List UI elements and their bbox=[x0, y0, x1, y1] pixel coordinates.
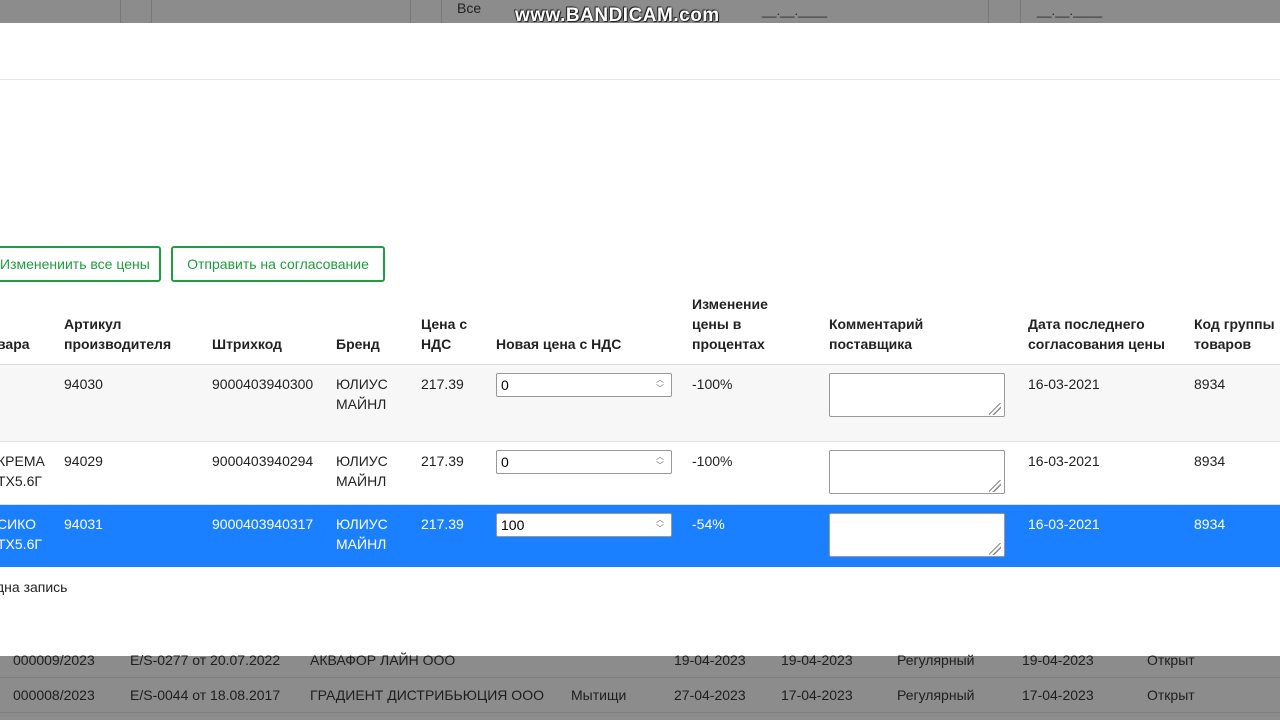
cell-group-code: 8934 bbox=[1194, 516, 1226, 532]
header-barcode[interactable]: Штрихкод bbox=[212, 334, 282, 354]
cell-group-code: 8934 bbox=[1194, 453, 1226, 469]
cell-contract: E/S-0277 от 20.07.2022 bbox=[130, 652, 281, 668]
cell-contract: E/S-0044 от 18.08.2017 bbox=[130, 687, 281, 703]
filter-all-option[interactable]: Все bbox=[457, 0, 481, 16]
resize-grip-icon[interactable] bbox=[989, 403, 1001, 415]
header-brand[interactable]: Бренд bbox=[336, 334, 380, 354]
cell-supplier: АКВАФОР ЛАЙН ООО bbox=[310, 652, 456, 668]
column-divider bbox=[441, 0, 442, 23]
cell-brand: ЮЛИУС МАЙНЛ bbox=[336, 516, 388, 552]
cell-price: 217.39 bbox=[421, 453, 464, 469]
cell-barcode: 9000403940317 bbox=[212, 516, 314, 532]
spinner-arrows-icon[interactable]: ︿ ﹀ bbox=[653, 515, 667, 535]
background-table: 000009/2023 E/S-0277 от 20.07.2022 АКВАФ… bbox=[0, 652, 1280, 720]
cell-article: 94031 bbox=[64, 516, 103, 532]
header-last-approval-date[interactable]: Дата последнего согласования цены bbox=[1028, 314, 1178, 354]
column-divider bbox=[151, 0, 152, 23]
cell-barcode: 9000403940294 bbox=[212, 453, 314, 469]
date-filter-placeholder[interactable]: __.__.____ bbox=[1037, 3, 1102, 18]
header-price[interactable]: Цена с НДС bbox=[421, 314, 481, 354]
cell-status: Открыт bbox=[1147, 687, 1195, 703]
spinner-arrows-icon[interactable]: ︿ ﹀ bbox=[653, 375, 667, 395]
cell-date: 17-04-2023 bbox=[1022, 687, 1094, 703]
new-price-input[interactable] bbox=[496, 513, 672, 537]
price-change-modal: Изменениить все цены Отправить на соглас… bbox=[0, 23, 1280, 657]
cell-brand: ЮЛИУС МАЙНЛ bbox=[336, 453, 388, 489]
column-divider bbox=[988, 0, 989, 23]
header-new-price[interactable]: Новая цена с НДС bbox=[496, 334, 621, 354]
cell-article: 94029 bbox=[64, 453, 103, 469]
cell-type: Регулярный bbox=[897, 652, 975, 668]
cell-status: Открыт bbox=[1147, 652, 1195, 668]
spinner-arrows-icon[interactable]: ︿ ﹀ bbox=[653, 452, 667, 472]
cell-change-percent: -100% bbox=[692, 453, 733, 469]
column-divider bbox=[1020, 0, 1021, 23]
cell-number: 000008/2023 bbox=[13, 687, 95, 703]
resize-grip-icon[interactable] bbox=[989, 480, 1001, 492]
header-change-percent[interactable]: Изменение цены в процентах bbox=[692, 294, 792, 354]
table-row[interactable]: 94030 9000403940300 ЮЛИУС МАЙНЛ 217.39 ︿… bbox=[0, 365, 1280, 442]
header-product-name[interactable]: вара bbox=[0, 334, 30, 354]
cell-date: 19-04-2023 bbox=[781, 652, 853, 668]
supplier-comment-field[interactable] bbox=[829, 373, 1005, 417]
column-divider bbox=[120, 0, 121, 23]
cell-type: Регулярный bbox=[897, 687, 975, 703]
resize-grip-icon[interactable] bbox=[989, 543, 1001, 555]
cell-supplier: ГРАДИЕНТ ДИСТРИБЬЮЦИЯ ООО bbox=[310, 687, 544, 703]
cell-product-name: СИКО ТХ5.6Г bbox=[0, 516, 42, 552]
cell-date: 19-04-2023 bbox=[674, 652, 746, 668]
header-article[interactable]: Артикул производителя bbox=[64, 314, 194, 354]
cell-date: 17-04-2023 bbox=[781, 687, 853, 703]
cell-change-percent: -54% bbox=[692, 516, 725, 532]
send-for-approval-button[interactable]: Отправить на согласование bbox=[171, 246, 385, 282]
table-row[interactable]: 000008/2023 E/S-0044 от 18.08.2017 ГРАДИ… bbox=[0, 680, 1280, 713]
cell-date: 27-04-2023 bbox=[674, 687, 746, 703]
date-filter-placeholder[interactable]: __.__.____ bbox=[762, 3, 827, 18]
cell-last-approval-date: 16-03-2021 bbox=[1028, 376, 1100, 392]
cell-brand: ЮЛИУС МАЙНЛ bbox=[336, 376, 388, 412]
cell-article: 94030 bbox=[64, 376, 103, 392]
header-supplier-comment[interactable]: Комментарий поставщика bbox=[829, 314, 949, 354]
table-row[interactable]: КРЕМА ТХ5.6Г 94029 9000403940294 ЮЛИУС М… bbox=[0, 442, 1280, 505]
cell-last-approval-date: 16-03-2021 bbox=[1028, 516, 1100, 532]
cell-barcode: 9000403940300 bbox=[212, 376, 314, 392]
cell-product-name: КРЕМА ТХ5.6Г bbox=[0, 453, 45, 489]
supplier-comment-field[interactable] bbox=[829, 450, 1005, 494]
cell-price: 217.39 bbox=[421, 376, 464, 392]
header-group-code[interactable]: Код группы товаров bbox=[1194, 314, 1280, 354]
table-row[interactable]: 000009/2023 E/S-0277 от 20.07.2022 АКВАФ… bbox=[0, 645, 1280, 678]
cell-number: 000009/2023 bbox=[13, 652, 95, 668]
record-count-label: дна запись bbox=[0, 579, 68, 595]
new-price-input[interactable] bbox=[496, 373, 672, 397]
supplier-comment-field[interactable] bbox=[829, 513, 1005, 557]
cell-group-code: 8934 bbox=[1194, 376, 1226, 392]
new-price-input[interactable] bbox=[496, 450, 672, 474]
cell-city: Мытищи bbox=[571, 687, 627, 703]
table-row-selected[interactable]: СИКО ТХ5.6Г 94031 9000403940317 ЮЛИУС МА… bbox=[0, 505, 1280, 567]
change-all-prices-button[interactable]: Изменениить все цены bbox=[0, 246, 161, 282]
cell-price: 217.39 bbox=[421, 516, 464, 532]
cell-last-approval-date: 16-03-2021 bbox=[1028, 453, 1100, 469]
table-header: вара Артикул производителя Штрихкод Брен… bbox=[0, 289, 1280, 366]
cell-date: 19-04-2023 bbox=[1022, 652, 1094, 668]
modal-header bbox=[0, 23, 1280, 80]
cell-change-percent: -100% bbox=[692, 376, 733, 392]
column-divider bbox=[410, 0, 411, 23]
